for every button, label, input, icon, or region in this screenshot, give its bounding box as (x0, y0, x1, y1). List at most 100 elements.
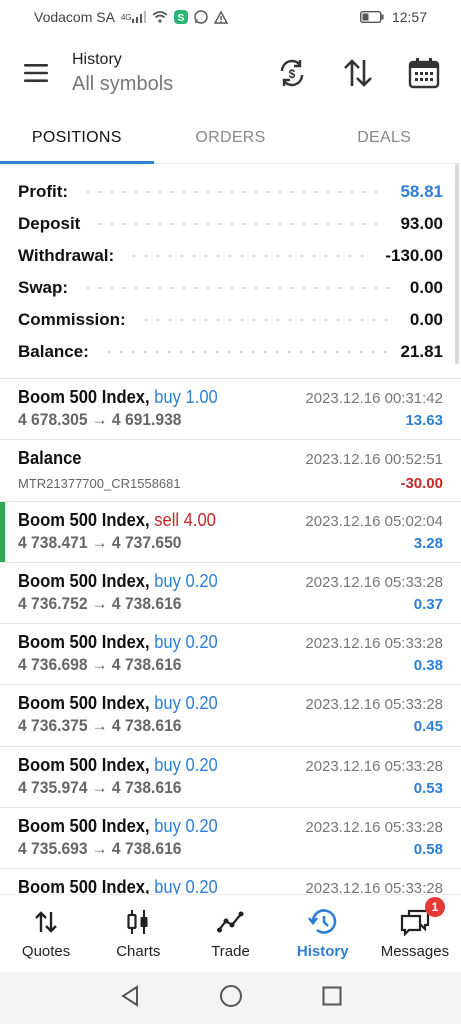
deal-profit: 3.28 (413, 534, 443, 552)
nav-history[interactable]: History (277, 895, 369, 972)
deal-comment: MTR21377700_CR1558681 (18, 476, 181, 492)
deal-row[interactable]: Boom 500 Index, buy 0.20 2023.12.16 05:3… (0, 563, 461, 625)
deal-row[interactable]: Boom 500 Index, sell 4.00 2023.12.16 05:… (0, 501, 461, 563)
nav-trade[interactable]: Trade (184, 895, 276, 972)
deal-row[interactable]: Boom 500 Index, buy 0.20 2023.12.16 05:3… (0, 624, 461, 686)
history-list[interactable]: Profit: 58.81 Deposit 93.00 Withdrawal: … (0, 164, 461, 894)
deal-time: 2023.12.16 05:33:28 (305, 880, 443, 894)
back-triangle-icon (121, 984, 139, 1007)
deal-time: 2023.12.16 05:33:28 (305, 573, 443, 591)
deal-time: 2023.12.16 05:33:28 (305, 819, 443, 837)
unread-badge: 1 (424, 897, 445, 917)
calendar-button[interactable] (403, 52, 445, 94)
app-notification-icon: S (173, 10, 188, 24)
profit-label: Profit: (18, 182, 69, 201)
deal-side: buy 0.20 (154, 570, 218, 591)
deal-symbol: Boom 500 Index, buy 0.20 (18, 632, 218, 653)
profit-value: 58.81 (400, 182, 443, 201)
deal-symbol: Boom 500 Index, buy 0.20 (18, 571, 218, 592)
deposit-value: 93.00 (400, 214, 443, 233)
deal-row[interactable]: Boom 500 Index, buy 0.20 2023.12.16 05:3… (0, 685, 461, 747)
history-clock-icon (307, 907, 338, 937)
deal-row[interactable]: Boom 500 Index, buy 1.00 2023.12.16 00:3… (0, 379, 461, 441)
menu-button[interactable] (0, 34, 72, 112)
scrollbar[interactable] (455, 164, 459, 364)
clock: 12:57 (391, 9, 427, 25)
deal-prices: 4 736.752 → 4 738.616 (18, 593, 182, 613)
messages-icon: 1 (399, 897, 445, 937)
carrier-name: Vodacom SA (34, 9, 115, 25)
deal-row[interactable]: Boom 500 Index, buy 0.20 2023.12.16 05:3… (0, 808, 461, 870)
deal-row[interactable]: Boom 500 Index, buy 0.20 2023.12.16 05:3… (0, 869, 461, 894)
deal-side: buy 0.20 (154, 693, 218, 714)
back-button[interactable] (119, 984, 141, 1012)
battery-icon (359, 11, 384, 23)
deal-prices: 4 678.305 → 4 691.938 (18, 410, 182, 429)
status-left: Vodacom SA 4G S (34, 9, 228, 25)
hamburger-icon (24, 64, 48, 82)
withdrawal-value: -130.00 (385, 246, 443, 265)
deal-symbol: Boom 500 Index, buy 0.20 (18, 755, 218, 776)
svg-text:$: $ (289, 67, 296, 81)
deal-symbol-name: Boom 500 Index, (18, 632, 150, 653)
calendar-icon (408, 58, 440, 89)
deal-time: 2023.12.16 05:33:28 (305, 635, 443, 653)
deal-symbol: Boom 500 Index, sell 4.00 (18, 510, 216, 531)
deal-prices: 4 736.375 → 4 738.616 (18, 716, 182, 736)
balance-value: 21.81 (400, 342, 443, 361)
deal-profit: 13.63 (405, 412, 443, 429)
title-block[interactable]: History All symbols (72, 51, 271, 96)
deal-prices: 4 736.698 → 4 738.616 (18, 655, 182, 675)
deal-profit: 0.38 (413, 657, 443, 675)
deal-symbol: Boom 500 Index, buy 0.20 (18, 816, 218, 837)
sort-button[interactable] (337, 52, 379, 94)
sort-arrows-icon (344, 59, 372, 87)
network-type: 4G (120, 13, 132, 22)
home-button[interactable] (219, 984, 243, 1013)
deal-prices: 4 738.471 → 4 737.650 (18, 532, 182, 552)
dotted-leader (82, 191, 387, 193)
deal-profit: 0.45 (413, 718, 443, 736)
quotes-arrows-icon (34, 907, 58, 937)
trend-line-icon (216, 907, 245, 937)
dotted-leader (82, 287, 396, 289)
currency-exchange-button[interactable]: $ (271, 52, 313, 94)
nav-charts-label: Charts (116, 943, 161, 960)
deal-side: buy 0.20 (154, 877, 218, 894)
home-circle-icon (220, 984, 243, 1007)
nav-messages[interactable]: 1 Messages (369, 895, 461, 972)
candlestick-icon (126, 907, 150, 937)
bottom-navigation: Quotes Charts Trade History 1 Messages (0, 894, 461, 972)
nav-quotes[interactable]: Quotes (0, 895, 92, 972)
commission-value: 0.00 (409, 310, 443, 329)
nav-history-label: History (296, 943, 349, 960)
deal-side: buy 0.20 (154, 632, 218, 653)
deal-time: 2023.12.16 05:33:28 (305, 757, 443, 775)
symbol-filter: All symbols (72, 72, 174, 95)
recents-button[interactable] (322, 986, 342, 1011)
summary-row-swap: Swap: 0.00 (18, 272, 443, 304)
deal-profit: 0.37 (413, 595, 443, 613)
deposit-label: Deposit (18, 214, 81, 233)
nav-messages-label: Messages (380, 943, 450, 960)
deal-symbol-name: Boom 500 Index, (18, 816, 150, 837)
app-bar: History All symbols $ (0, 34, 461, 112)
deal-side: buy 0.20 (154, 816, 218, 837)
deal-symbol: Boom 500 Index, buy 0.20 (18, 693, 218, 714)
deal-row[interactable]: Balance 2023.12.16 00:52:51 MTR21377700_… (0, 440, 461, 502)
tab-positions[interactable]: POSITIONS (0, 112, 154, 164)
swap-value: 0.00 (409, 278, 443, 297)
nav-charts[interactable]: Charts (92, 895, 184, 972)
history-tabs: POSITIONS ORDERS DEALS (0, 112, 461, 164)
svg-text:S: S (177, 13, 184, 24)
deal-symbol: Balance (18, 448, 82, 469)
dotted-leader (128, 255, 372, 257)
deal-symbol-name: Boom 500 Index, (18, 387, 150, 407)
dotted-leader (94, 223, 387, 225)
balance-label: Balance: (18, 342, 89, 361)
warning-icon (213, 10, 228, 24)
deal-row[interactable]: Boom 500 Index, buy 0.20 2023.12.16 05:3… (0, 747, 461, 809)
tab-deals[interactable]: DEALS (307, 112, 461, 163)
dotted-leader (102, 351, 387, 353)
tab-orders[interactable]: ORDERS (154, 112, 308, 163)
